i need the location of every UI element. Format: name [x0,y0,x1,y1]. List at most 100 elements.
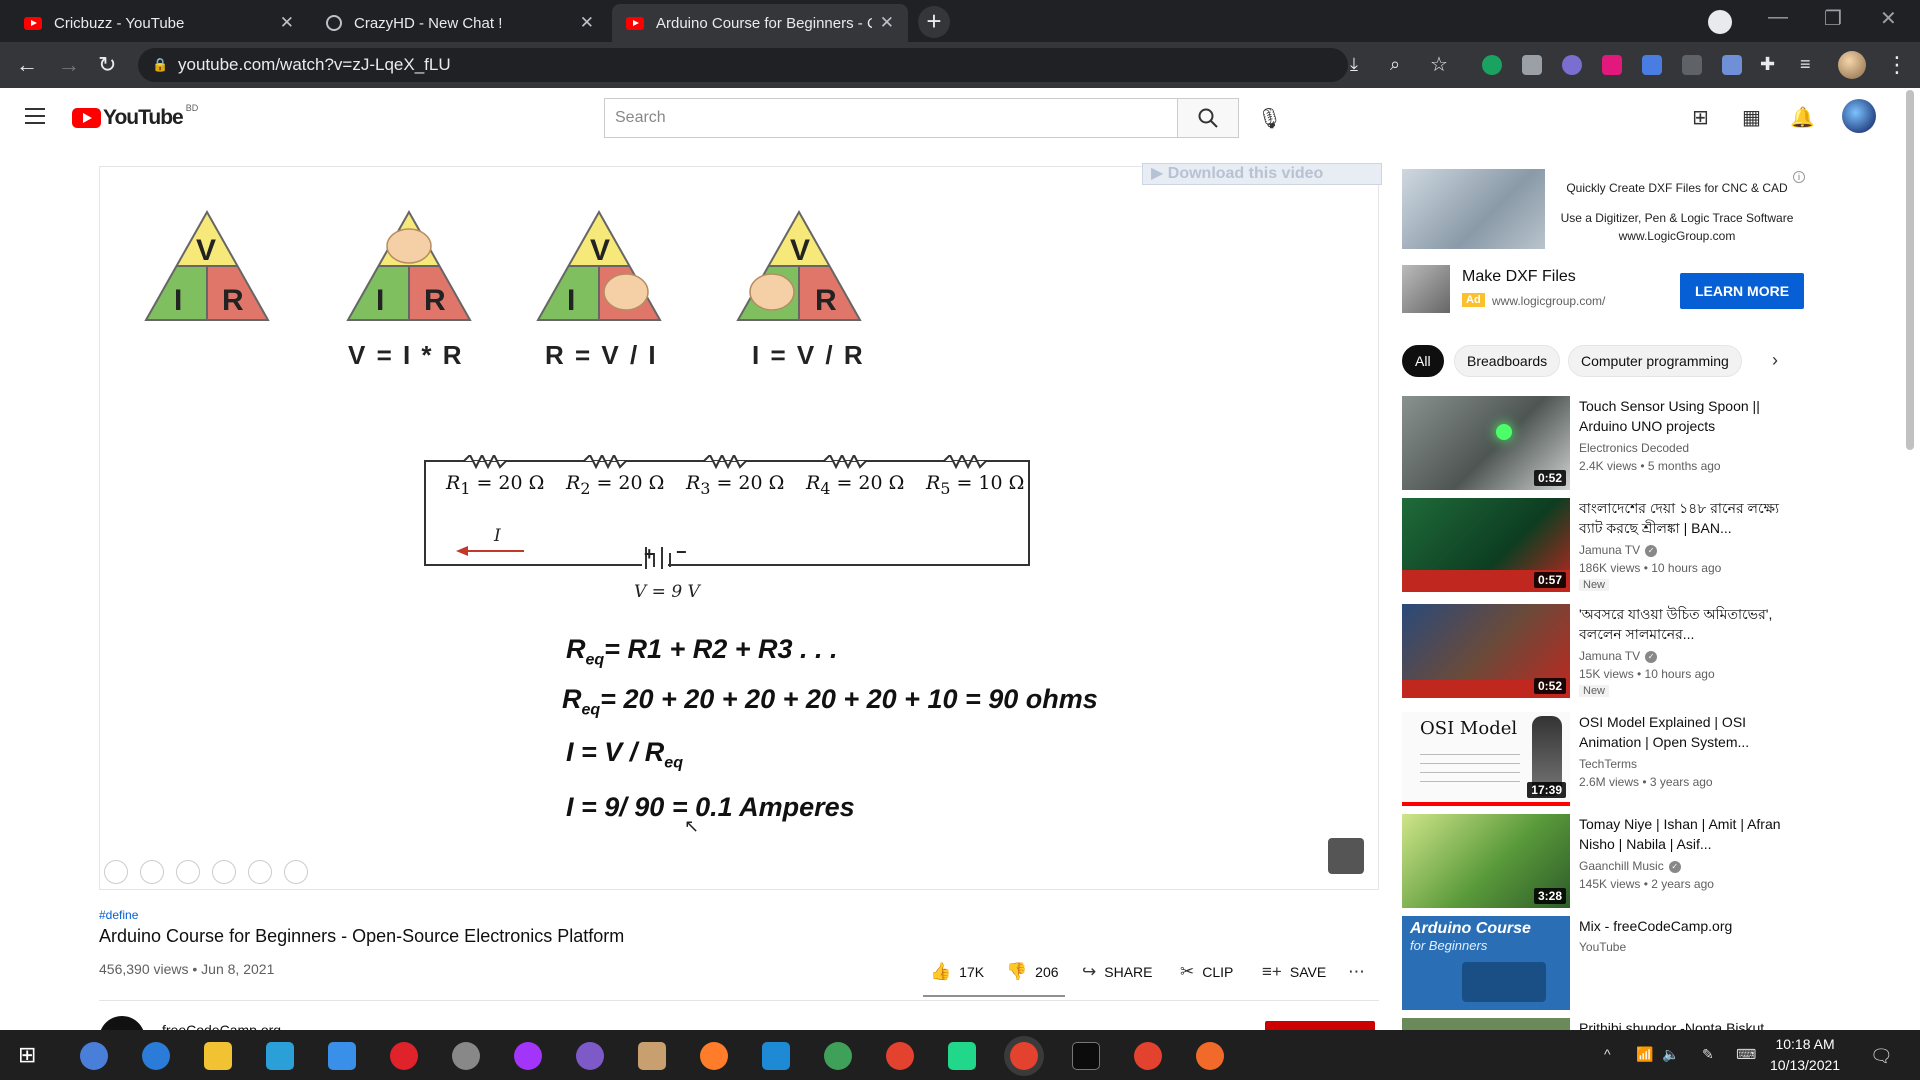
show-hidden-icons[interactable]: ^ [1604,1046,1611,1062]
chrome-active-icon[interactable] [1010,1042,1038,1070]
learn-more-button[interactable]: LEARN MORE [1680,273,1804,309]
mail-icon[interactable] [328,1042,356,1070]
menu-icon[interactable]: ⋮ [1886,52,1908,78]
microphone-icon[interactable]: 🎙 [1257,106,1282,131]
ad-banner[interactable]: Quickly Create DXF Files for CNC & CAD U… [1402,169,1804,249]
thumb-arduino-line2: for Beginners [1410,938,1488,953]
copy-icon[interactable] [212,860,236,884]
save-button[interactable]: ≡+ SAVE [1262,962,1326,982]
paint-app-icon[interactable] [638,1042,666,1070]
reload-icon[interactable]: ↻ [98,52,116,78]
globe-icon [326,15,342,31]
chip-all[interactable]: All [1402,345,1444,377]
ad-info-icon[interactable]: i [1793,171,1805,183]
page-scrollbar[interactable] [1906,90,1914,450]
new-tab-button[interactable]: + [918,6,950,38]
clip-button[interactable]: ✂ CLIP [1180,962,1233,982]
browser-app-icon[interactable] [824,1042,852,1070]
terminal-icon[interactable] [1072,1042,1100,1070]
recommended-video-1[interactable]: 0:52 Touch Sensor Using Spoon || Arduino… [1402,396,1822,492]
vscode-icon[interactable] [762,1042,790,1070]
chrome-icon[interactable] [886,1042,914,1070]
recommended-video-2[interactable]: 0:57 বাংলাদেশের দেয়া ১৪৮ রানের লক্ষ্যে … [1402,498,1822,594]
youtube-logo[interactable]: YouTube BD [72,103,198,130]
close-icon[interactable]: ✕ [280,13,294,33]
download-extension-icon[interactable] [1642,55,1662,75]
ad-title: Make DXF Files [1462,268,1576,285]
account-avatar[interactable] [1842,99,1876,133]
recommended-video-3[interactable]: 0:52 'অবসরে যাওয়া উচিত অমিতাভের', বললেন… [1402,604,1822,700]
tab-arduino[interactable]: Arduino Course for Beginners - C ✕ [612,4,908,42]
notifications-bell-icon[interactable]: 🔔 [1790,105,1815,130]
grammarly-icon[interactable] [1482,55,1502,75]
screen-extension-icon[interactable] [1682,55,1702,75]
more-slide-icon[interactable] [284,860,308,884]
opera-icon[interactable] [390,1042,418,1070]
install-icon[interactable]: ⤓ [1350,54,1358,75]
search-button[interactable] [1177,98,1239,138]
video-hashtag[interactable]: #define [99,908,138,922]
zoom-slide-icon[interactable] [248,860,272,884]
recommended-video-7[interactable]: Prithibi shundor -Nonta Biskut [1402,1018,1822,1030]
chip-breadboards[interactable]: Breadboards [1454,345,1561,377]
postman-icon[interactable] [1196,1042,1224,1070]
pen-icon[interactable]: ✎ [1702,1046,1714,1063]
recommended-video-5[interactable]: 3:28 Tomay Niye | Ishan | Amit | Afran N… [1402,814,1822,910]
qbittorrent-icon[interactable] [80,1042,108,1070]
firefox-icon[interactable] [700,1042,728,1070]
puzzle-icon[interactable]: ✚ [1760,54,1775,75]
channel-name[interactable]: freeCodeCamp.org [162,1022,281,1030]
dislike-button[interactable]: 👎 206 [1006,962,1059,982]
close-window-icon[interactable]: ✕ [1880,6,1897,31]
like-button[interactable]: 👍 17K [930,962,984,982]
file-explorer-icon[interactable] [204,1042,232,1070]
create-video-icon[interactable]: ⊞ [1692,105,1709,130]
channel-watermark-icon[interactable] [1328,838,1364,874]
search-input[interactable]: Search [604,98,1178,138]
tab-search-icon[interactable] [1708,10,1732,34]
store-icon[interactable] [266,1042,294,1070]
recommended-mix[interactable]: Arduino Course for Beginners Mix - freeC… [1402,916,1822,1012]
chevron-right-icon[interactable]: › [1772,350,1778,371]
tab-cricbuzz[interactable]: Cricbuzz - YouTube ✕ [10,4,308,42]
bookmark-star-icon[interactable]: ☆ [1430,52,1448,77]
chrome-profile-icon[interactable] [1134,1042,1162,1070]
chip-computer-programming[interactable]: Computer programming [1568,345,1742,377]
maximize-icon[interactable]: ❐ [1824,6,1842,31]
zoom-icon[interactable]: ⌕ [1390,54,1400,75]
more-actions-button[interactable]: ⋯ [1348,962,1373,982]
extension-globe-icon[interactable] [1562,55,1582,75]
edge-icon[interactable] [142,1042,170,1070]
keyboard-icon[interactable]: ⌨ [1736,1046,1756,1063]
share-button[interactable]: ↪ SHARE [1082,962,1152,982]
messenger-icon[interactable] [514,1042,542,1070]
profile-avatar[interactable] [1838,51,1866,79]
prev-slide-icon[interactable] [104,860,128,884]
system-clock[interactable]: 10:18 AM 10/13/2021 [1770,1034,1840,1076]
apps-grid-icon[interactable]: ▦ [1742,105,1761,130]
minimize-icon[interactable]: — [1768,6,1788,29]
url-field[interactable]: 🔒 youtube.com/watch?v=zJ-LqeX_fLU [138,48,1348,82]
camera-icon[interactable] [1522,55,1542,75]
close-icon[interactable]: ✕ [880,13,894,33]
back-icon[interactable]: ← [16,52,38,78]
forward-icon[interactable]: → [58,52,80,78]
close-icon[interactable]: ✕ [580,13,594,33]
recommended-video-4[interactable]: OSI Model 17:39 OSI Model Explained | OS… [1402,712,1822,808]
volume-icon[interactable]: 🔈 [1662,1046,1679,1063]
tool-app-icon[interactable] [452,1042,480,1070]
verified-icon: ✓ [1668,860,1681,873]
pen-tool-icon[interactable] [176,860,200,884]
windows-start-icon[interactable]: ⊞ [18,1042,36,1068]
github-desktop-icon[interactable] [576,1042,604,1070]
next-slide-icon[interactable] [140,860,164,884]
notifications-icon[interactable]: 🗨 [1870,1046,1893,1067]
pycharm-icon[interactable] [948,1042,976,1070]
download-video-bar[interactable]: ▶ Download this video [1142,163,1382,185]
flag-extension-icon[interactable] [1602,55,1622,75]
pen-extension-icon[interactable] [1722,55,1742,75]
media-icon[interactable]: ≡ [1800,54,1811,75]
wifi-icon[interactable]: 📶 [1636,1046,1653,1063]
tab-crazyhd[interactable]: CrazyHD - New Chat ! ✕ [312,4,608,42]
hamburger-menu-icon[interactable] [25,108,45,129]
